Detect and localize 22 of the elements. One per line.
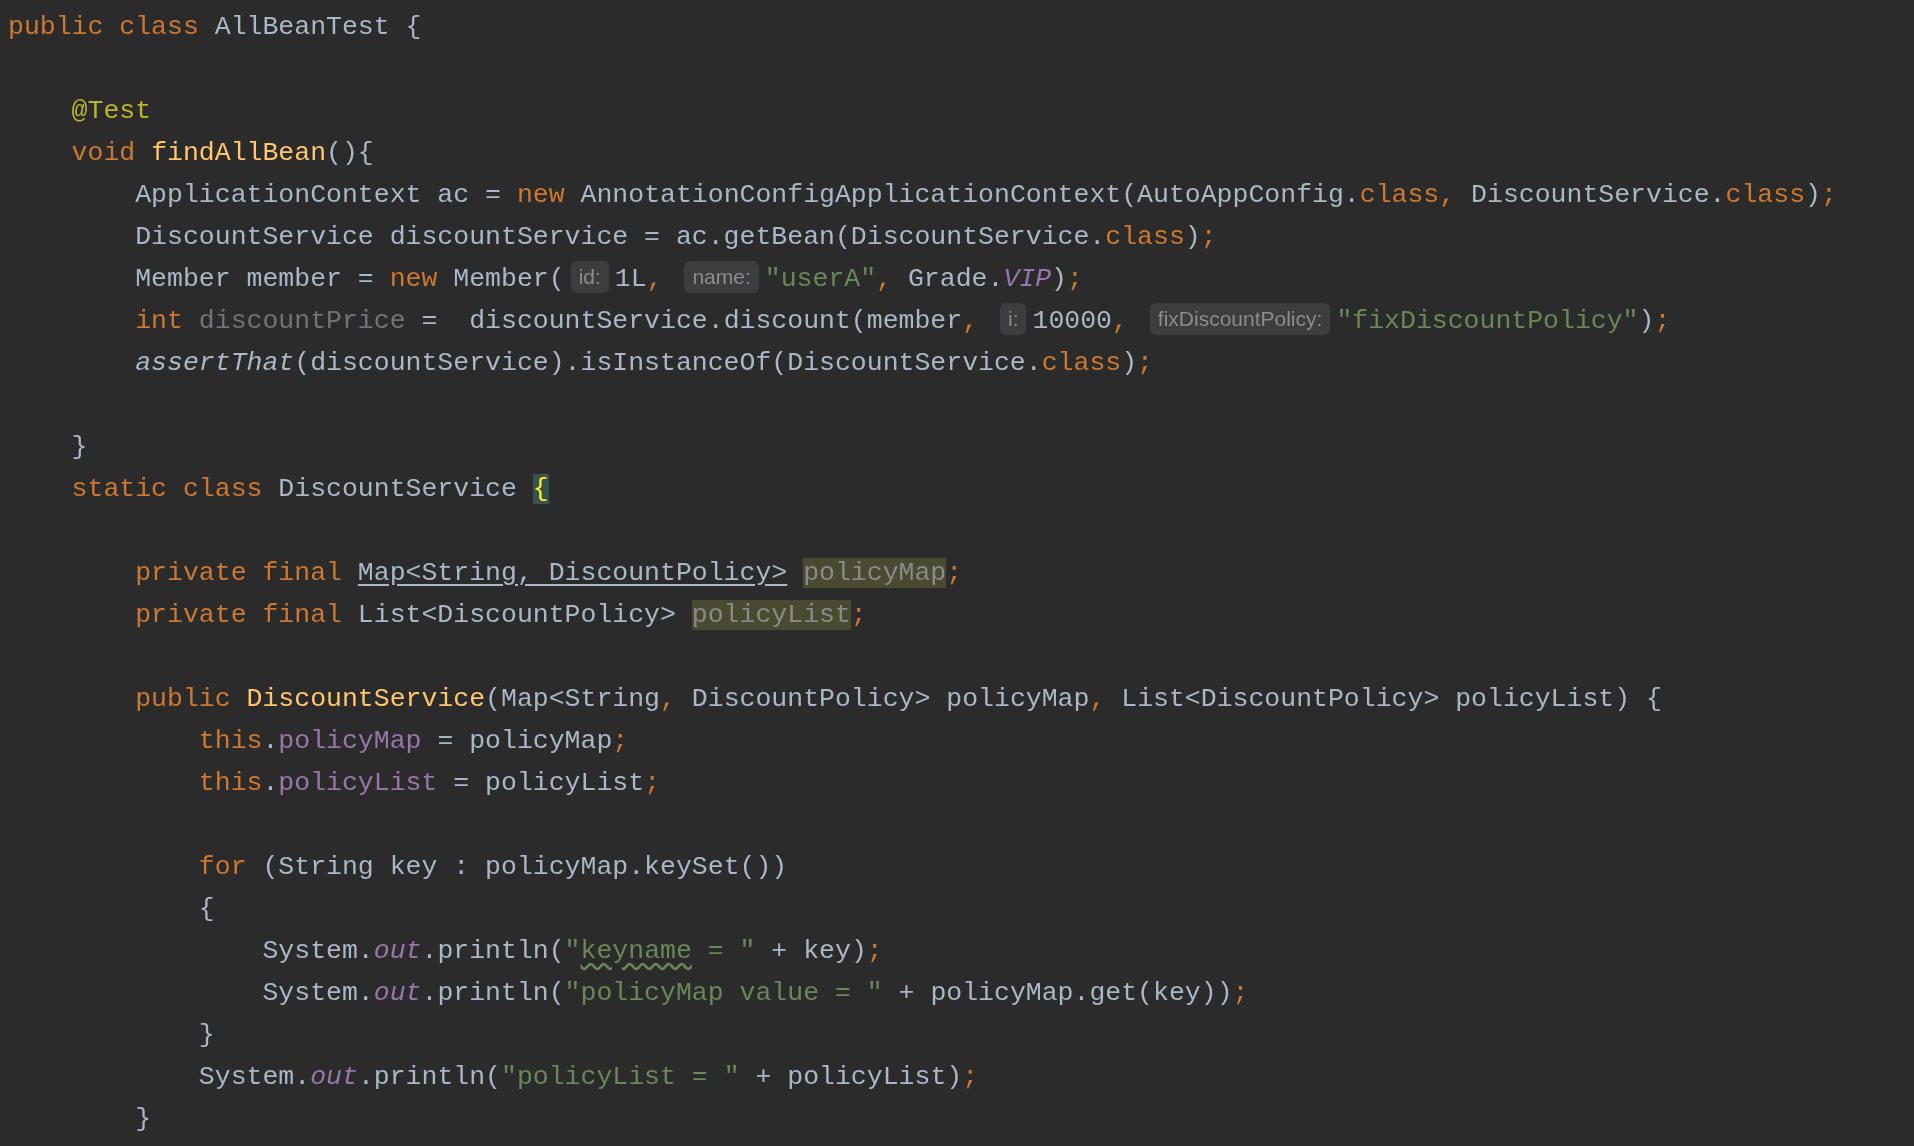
code-line: private final Map<String, DiscountPolicy> policyMap; [135,558,963,588]
code-line: int discountPrice = discountService.discount(member, i: 10000, fixDiscountPolicy: "fixDiscountPolicy"); [135,306,1671,336]
code-line: assertThat(discountService).isInstanceOf(DiscountService.class); [135,348,1153,378]
code-line: DiscountService discountService = ac.getBean(DiscountService.class); [135,222,1217,252]
code-line: System.out.println("policyList = " + policyList); [198,1062,979,1092]
code-line: public DiscountService(Map<String, DiscountPolicy> policyMap, List<DiscountPolicy> policyList) { [135,684,1662,714]
code-line: } [135,1104,152,1134]
code-line: System.out.println("policyMap value = " + policyMap.get(key)); [262,978,1249,1008]
code-line: this.policyMap = policyMap; [198,726,629,756]
code-line: void findAllBean(){ [71,138,374,168]
code-line: Member member = new Member( id: 1L, name: "userA", Grade.VIP); [135,264,1083,294]
code-line: static class DiscountService { [71,474,549,504]
code-line: public class AllBeanTest { [8,12,422,42]
code-line: for (String key : policyMap.keySet()) [198,852,788,882]
code-line: { [198,894,215,924]
code-line: } [198,1020,215,1050]
code-line: this.policyList = policyList; [198,768,661,798]
code-line: ApplicationContext ac = new AnnotationConfigApplicationContext(AutoAppConfig.class, DiscountService.class); [135,180,1837,210]
code-line: } [71,432,88,462]
code-line: private final List<DiscountPolicy> policyList; [135,600,867,630]
code-line: System.out.println("keyname = " + key); [262,936,883,966]
code-line: @Test [71,96,152,126]
